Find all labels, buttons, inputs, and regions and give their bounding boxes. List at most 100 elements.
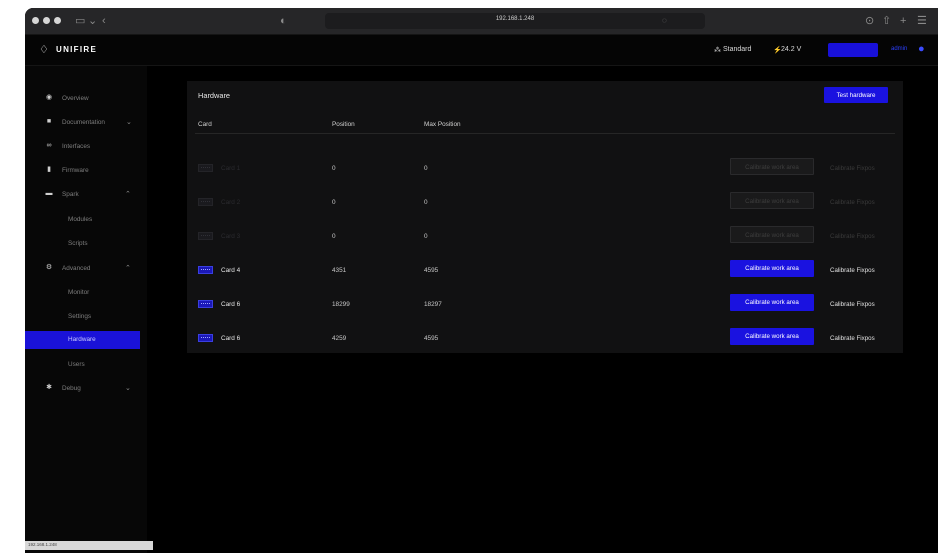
sidebar-item-label: Settings — [68, 313, 92, 320]
sidebar-item-label: Modules — [68, 216, 93, 223]
card-max-position: 0 — [424, 165, 428, 172]
app-header: ♢ UNIFIRE ⁂ Standard ⚡ 24.2 V admin ● — [25, 35, 938, 66]
sidebar-item-label: Hardware — [68, 336, 96, 343]
zoom-window-button[interactable] — [54, 17, 61, 24]
sidebar-item-advanced[interactable]: ⚙ Advanced ⌃ — [25, 260, 140, 278]
firmware-icon: ▮ — [47, 166, 51, 173]
calibrate-fixpos-link[interactable]: Calibrate Fixpos — [830, 301, 875, 308]
bug-icon: ✱ — [46, 384, 52, 391]
sidebar-item-debug[interactable]: ✱ Debug ⌄ — [25, 380, 140, 398]
reader-icon[interactable]: ◌ — [662, 14, 667, 28]
calibrate-work-area-button[interactable]: Calibrate work area — [730, 328, 814, 345]
brand-name: UNIFIRE — [56, 45, 98, 54]
sidebar-item-label: Spark — [62, 191, 79, 198]
hardware-panel: Hardware Test hardware Card Position Max… — [187, 81, 903, 353]
plus-icon[interactable]: + — [900, 14, 906, 28]
calibrate-fixpos-link[interactable]: Calibrate Fixpos — [830, 335, 875, 342]
card-name: Card 3 — [221, 233, 241, 240]
status-url: 192.168.1.248 — [28, 542, 57, 547]
url-text: 192.168.1.248 — [495, 16, 535, 22]
card-name: Card 6 — [221, 335, 241, 342]
sidebar-item-documentation[interactable]: ■ Documentation ⌄ — [25, 114, 140, 132]
sidebar-item-modules[interactable]: Modules — [25, 211, 140, 229]
table-row: Card 6 4259 4595 Calibrate work area Cal… — [187, 327, 903, 361]
column-header-position: Position — [332, 121, 355, 128]
calibrate-work-area-button[interactable]: Calibrate work area — [730, 192, 814, 209]
mode-label: Standard — [723, 46, 752, 53]
user-name[interactable]: admin — [891, 46, 907, 52]
table-row: Card 2 0 0 Calibrate work area Calibrate… — [187, 191, 903, 225]
header-action-button[interactable] — [828, 43, 878, 57]
card-position: 4259 — [332, 335, 347, 342]
column-header-card: Card — [198, 121, 212, 128]
chevron-down-icon: ⌄ — [126, 119, 132, 126]
share-icon[interactable]: ⇧ — [882, 14, 891, 28]
sidebar-item-spark[interactable]: ▬ Spark ⌃ — [25, 186, 140, 204]
card-name: Card 2 — [221, 199, 241, 206]
card-max-position: 4595 — [424, 267, 439, 274]
sidebar: ◉ Overview ■ Documentation ⌄ ∞ Interface… — [25, 66, 147, 553]
spark-icon: ▬ — [45, 190, 53, 197]
card-icon — [198, 266, 213, 274]
calibrate-work-area-button[interactable]: Calibrate work area — [730, 260, 814, 277]
calibrate-work-area-button[interactable]: Calibrate work area — [730, 294, 814, 311]
card-name: Card 1 — [221, 165, 241, 172]
test-hardware-button[interactable]: Test hardware — [824, 87, 888, 103]
calibrate-fixpos-link[interactable]: Calibrate Fixpos — [830, 267, 875, 274]
card-icon — [198, 232, 213, 240]
sidebar-item-label: Monitor — [68, 289, 90, 296]
link-icon: ∞ — [46, 142, 52, 149]
table-row: Card 3 0 0 Calibrate work area Calibrate… — [187, 225, 903, 259]
sidebar-item-hardware[interactable]: Hardware — [25, 331, 140, 349]
card-icon — [198, 300, 213, 308]
card-position: 4351 — [332, 267, 347, 274]
minimize-window-button[interactable] — [43, 17, 50, 24]
close-window-button[interactable] — [32, 17, 39, 24]
page-title: Hardware — [198, 91, 231, 100]
sidebar-item-label: Advanced — [62, 265, 91, 272]
column-header-max-position: Max Position — [424, 121, 461, 128]
calibrate-work-area-button[interactable]: Calibrate work area — [730, 226, 814, 243]
sidebar-item-label: Debug — [62, 385, 81, 392]
calibrate-fixpos-link[interactable]: Calibrate Fixpos — [830, 199, 875, 206]
gears-icon: ⚙ — [45, 264, 53, 271]
chevron-down-icon[interactable]: ⌄ — [88, 14, 97, 28]
sidebar-icon[interactable]: ▭ — [75, 14, 85, 28]
browser-toolbar: ▭ ⌄ ‹ ◐ 192.168.1.248 ◌ ⊙ ⇧ + ☰ — [25, 8, 938, 35]
tabs-overview-icon[interactable]: ☰ — [917, 14, 927, 28]
sidebar-item-settings[interactable]: Settings — [25, 308, 140, 326]
chevron-up-icon: ⌃ — [125, 191, 131, 198]
sidebar-item-overview[interactable]: ◉ Overview — [25, 90, 140, 108]
card-max-position: 4595 — [424, 335, 439, 342]
book-icon: ■ — [46, 118, 52, 125]
card-position: 0 — [332, 233, 336, 240]
shield-icon[interactable]: ◐ — [280, 14, 287, 28]
calibrate-work-area-button[interactable]: Calibrate work area — [730, 158, 814, 175]
calibrate-fixpos-link[interactable]: Calibrate Fixpos — [830, 233, 875, 240]
sidebar-item-interfaces[interactable]: ∞ Interfaces — [25, 138, 140, 156]
table-divider — [195, 133, 895, 134]
sidebar-item-label: Interfaces — [62, 143, 91, 150]
table-row: Card 4 4351 4595 Calibrate work area Cal… — [187, 259, 903, 293]
sidebar-item-label: Scripts — [68, 240, 88, 247]
card-position: 0 — [332, 165, 336, 172]
browser-window: ▭ ⌄ ‹ ◐ 192.168.1.248 ◌ ⊙ ⇧ + ☰ ♢ UNIFIR… — [25, 8, 938, 553]
sidebar-item-users[interactable]: Users — [25, 356, 140, 374]
chevron-left-icon[interactable]: ‹ — [102, 14, 106, 28]
voltage-value: 24.2 V — [781, 46, 802, 53]
sidebar-item-monitor[interactable]: Monitor — [25, 284, 140, 302]
download-icon[interactable]: ⊙ — [865, 14, 874, 28]
chevron-down-icon: ⌄ — [125, 385, 131, 392]
sidebar-item-firmware[interactable]: ▮ Firmware — [25, 162, 140, 180]
user-icon[interactable]: ● — [918, 42, 925, 56]
address-bar[interactable]: 192.168.1.248 — [325, 13, 705, 29]
flame-icon: ♢ — [39, 44, 49, 56]
calibrate-fixpos-link[interactable]: Calibrate Fixpos — [830, 165, 875, 172]
card-max-position: 18297 — [424, 301, 442, 308]
sidebar-item-label: Firmware — [62, 167, 89, 174]
status-bar: 192.168.1.248 — [25, 541, 153, 550]
table-row: Card 6 18299 18297 Calibrate work area C… — [187, 293, 903, 327]
sidebar-item-scripts[interactable]: Scripts — [25, 235, 140, 253]
table-row: Card 1 0 0 Calibrate work area Calibrate… — [187, 157, 903, 191]
card-icon — [198, 164, 213, 172]
